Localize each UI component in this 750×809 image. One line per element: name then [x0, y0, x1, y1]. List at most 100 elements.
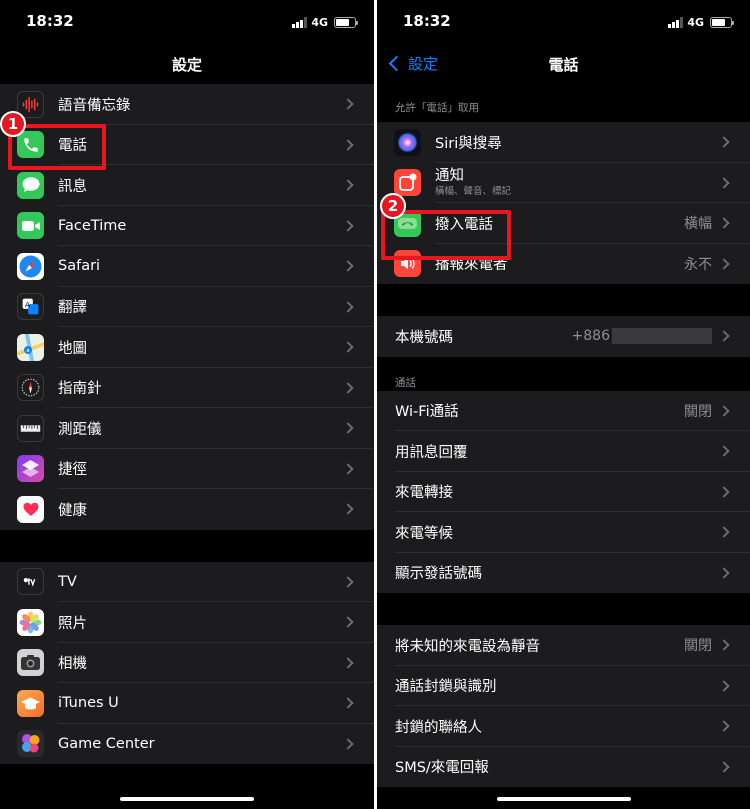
redacted-number-block [612, 328, 712, 345]
settings-item-label: 捷徑 [58, 462, 87, 479]
status-time: 18:32 [403, 12, 451, 30]
chevron-right-icon [342, 139, 354, 151]
status-bar: 18:32 4G [377, 0, 750, 44]
settings-item-health[interactable]: 健康 [0, 489, 374, 530]
game-center-icon [17, 730, 44, 758]
settings-item-label: FaceTime [58, 217, 127, 234]
section-gap [377, 284, 750, 316]
battery-icon [710, 16, 734, 28]
page-title: 設定 [171, 56, 202, 74]
chevron-right-icon [718, 136, 730, 148]
chevron-right-icon [342, 616, 354, 628]
chevron-right-icon [342, 382, 354, 394]
chevron-right-icon [342, 341, 354, 353]
step-badge-1: 1 [0, 111, 26, 137]
chevron-right-icon [718, 217, 730, 229]
settings-item-safari[interactable]: Safari [0, 246, 374, 287]
settings-item-show-caller-id[interactable]: 顯示發話號碼 [377, 553, 750, 594]
settings-item-label: 指南針 [58, 381, 102, 398]
compass-icon [17, 374, 44, 402]
settings-item-label: SMS/來電回報 [395, 760, 489, 777]
status-bar: 18:32 4G [0, 0, 374, 44]
siri-icon [394, 128, 421, 156]
settings-item-sms-call-reporting[interactable]: SMS/來電回報 [377, 747, 750, 788]
settings-item-label: 通知 [435, 167, 464, 184]
settings-item-shortcuts[interactable]: 捷徑 [0, 449, 374, 490]
settings-item-compass[interactable]: 指南針 [0, 368, 374, 409]
settings-item-label: 照片 [58, 615, 87, 632]
page-title: 電話 [548, 56, 579, 74]
settings-item-label: 通話封鎖與識別 [395, 679, 497, 696]
settings-item-label: 來電轉接 [395, 485, 453, 502]
chevron-right-icon [718, 486, 730, 498]
settings-item-label: TV [58, 573, 77, 590]
itunes-u-icon [17, 689, 44, 717]
settings-list: 語音備忘錄 電話 訊息 FaceTime Safari A 翻譯 地圖 指南針 … [0, 84, 374, 764]
settings-item-blocked-contacts[interactable]: 封鎖的聯絡人 [377, 706, 750, 747]
settings-item-messages[interactable]: 訊息 [0, 165, 374, 206]
health-icon [17, 495, 44, 523]
home-indicator[interactable] [120, 797, 254, 801]
settings-item-label: 將未知的來電設為靜音 [395, 638, 540, 655]
battery-icon [334, 16, 358, 28]
tv-icon [17, 568, 44, 596]
svg-text:A: A [25, 300, 30, 309]
cellular-signal-icon [668, 16, 684, 28]
settings-item-label: Siri與搜尋 [435, 135, 502, 152]
chevron-right-icon [718, 567, 730, 579]
settings-item-call-blocking[interactable]: 通話封鎖與識別 [377, 666, 750, 707]
nav-bar: 設定 電話 [377, 44, 750, 84]
settings-item-respond-with-text[interactable]: 用訊息回覆 [377, 431, 750, 472]
network-type: 4G [687, 15, 704, 29]
settings-item-value: 關閉 [684, 638, 712, 655]
chevron-right-icon [718, 258, 730, 270]
settings-item-facetime[interactable]: FaceTime [0, 206, 374, 247]
settings-item-my-number[interactable]: 本機號碼 +886 [377, 316, 750, 357]
settings-item-translate[interactable]: A 翻譯 [0, 287, 374, 328]
settings-item-label: 訊息 [58, 178, 87, 195]
messages-icon [17, 171, 44, 199]
chevron-right-icon [718, 761, 730, 773]
chevron-right-icon [342, 576, 354, 588]
chevron-right-icon [718, 405, 730, 417]
settings-group-blocking: 將未知的來電設為靜音 關閉 通話封鎖與識別 封鎖的聯絡人 SMS/來電回報 [377, 625, 750, 787]
settings-item-sublabel: 橫幅、聲音、標記 [435, 185, 512, 197]
settings-item-call-waiting[interactable]: 來電等候 [377, 512, 750, 553]
chevron-right-icon [718, 330, 730, 342]
home-indicator[interactable] [496, 797, 631, 801]
section-gap [0, 529, 374, 562]
settings-item-label: Wi-Fi通話 [395, 404, 459, 421]
settings-item-camera[interactable]: 相機 [0, 643, 374, 684]
settings-item-tv[interactable]: TV [0, 562, 374, 603]
settings-item-call-forwarding[interactable]: 來電轉接 [377, 472, 750, 513]
settings-item-value: 橫幅 [684, 216, 712, 233]
translate-icon: A [17, 293, 44, 321]
settings-item-label: 封鎖的聯絡人 [395, 719, 482, 736]
settings-item-wifi-calling[interactable]: Wi-Fi通話 關閉 [377, 391, 750, 432]
settings-item-maps[interactable]: 地圖 [0, 327, 374, 368]
phone-number-prefix: +886 [571, 328, 610, 345]
settings-item-label: 來電等候 [395, 525, 453, 542]
settings-group-media-apps: TV 照片 相機 iTunes U Game Center [0, 561, 374, 765]
chevron-right-icon [342, 503, 354, 515]
chevron-right-icon [342, 697, 354, 709]
settings-item-notifications[interactable]: 通知 橫幅、聲音、標記 [377, 163, 750, 204]
settings-item-voice-memos[interactable]: 語音備忘錄 [0, 84, 374, 125]
camera-icon [17, 649, 44, 677]
settings-item-game-center[interactable]: Game Center [0, 724, 374, 765]
settings-item-siri-search[interactable]: Siri與搜尋 [377, 122, 750, 163]
chevron-right-icon [718, 526, 730, 538]
chevron-right-icon [718, 639, 730, 651]
settings-item-silence-unknown[interactable]: 將未知的來電設為靜音 關閉 [377, 625, 750, 666]
photos-icon [17, 608, 44, 636]
phone-settings-list: 允許「電話」取用 Siri與搜尋 通知 橫幅、聲音、標記 撥入電話 橫幅 播報來… [377, 84, 750, 787]
settings-item-value: 關閉 [684, 403, 712, 420]
settings-item-photos[interactable]: 照片 [0, 602, 374, 643]
highlight-box-incoming-calls [381, 210, 511, 260]
section-header-allow-access: 允許「電話」取用 [395, 102, 479, 114]
chevron-right-icon [342, 301, 354, 313]
chevron-right-icon [718, 720, 730, 732]
settings-item-measure[interactable]: 測距儀 [0, 408, 374, 449]
settings-item-itunes-u[interactable]: iTunes U [0, 683, 374, 724]
settings-item-value: 永不 [684, 256, 712, 273]
